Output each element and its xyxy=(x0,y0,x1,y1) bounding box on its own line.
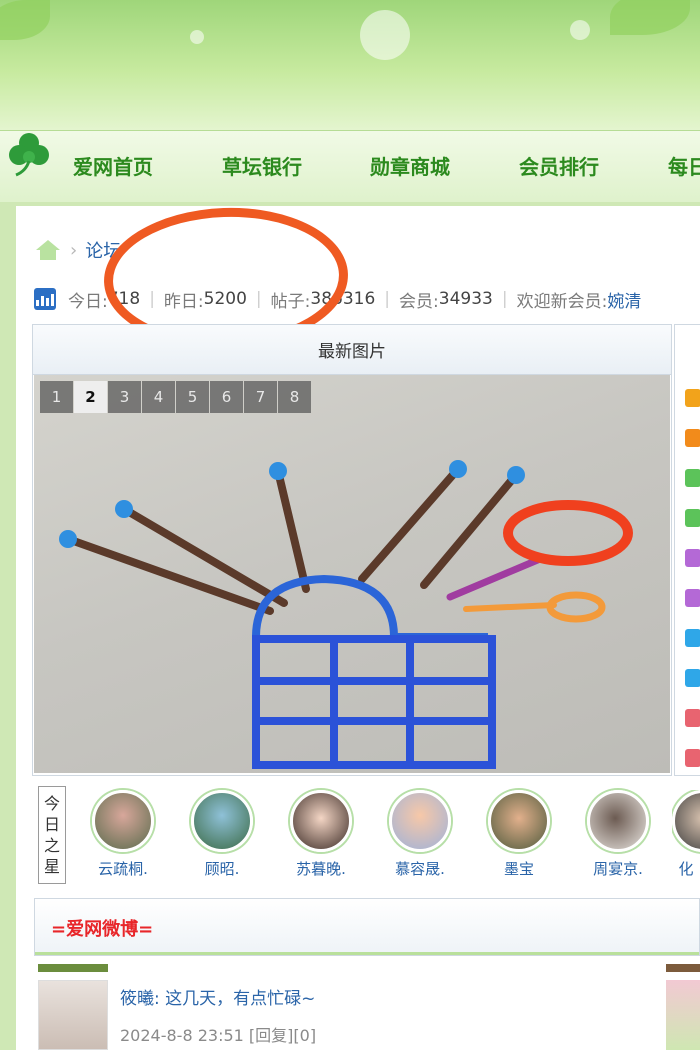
nav-home[interactable]: 爱网首页 xyxy=(73,151,153,180)
label-char: 之 xyxy=(43,836,60,855)
header-banner xyxy=(0,0,700,130)
member-name[interactable]: 顾昭. xyxy=(177,858,267,879)
star-member[interactable]: 周宴京. xyxy=(573,790,663,879)
bar-chart-icon xyxy=(34,288,56,310)
today-star-label: 今 日 之 星 xyxy=(38,786,66,884)
main-nav: 爱网首页 草坛银行 勋章商城 会员排行 每日 xyxy=(0,130,700,202)
bokeh-light xyxy=(360,10,410,60)
nav-bank[interactable]: 草坛银行 xyxy=(222,151,302,180)
page-button-1[interactable]: 1 xyxy=(40,381,73,413)
rank-badge-icon xyxy=(685,469,700,487)
rank-badge-icon xyxy=(685,549,700,567)
star-member[interactable]: 墨宝 xyxy=(474,790,564,879)
member-name[interactable]: 云疏桐. xyxy=(78,858,168,879)
member-name[interactable]: 慕容晟. xyxy=(375,858,465,879)
latest-images-box: 最新图片 1 2 3 4 5 6 7 8 xyxy=(32,324,672,776)
photo-toy-illustration xyxy=(59,460,633,769)
home-icon[interactable] xyxy=(34,238,62,262)
divider: | xyxy=(501,289,508,309)
bokeh-light xyxy=(570,20,590,40)
chevron-right-icon: › xyxy=(70,239,78,261)
bokeh-light xyxy=(190,30,204,44)
weibo-post: 筱曦: 这几天，有点忙碌~ 2024-8-8 23:51 [回复][0] xyxy=(34,964,700,1050)
leaf-decoration xyxy=(0,0,50,40)
avatar[interactable] xyxy=(290,790,352,852)
star-member[interactable]: 云疏桐. xyxy=(78,790,168,879)
divider: | xyxy=(384,289,391,309)
star-member[interactable]: 苏暮晚. xyxy=(276,790,366,879)
avatar[interactable] xyxy=(488,790,550,852)
stat-members-value: 34933 xyxy=(438,289,493,309)
page-button-6[interactable]: 6 xyxy=(210,381,243,413)
label-char: 日 xyxy=(43,815,60,834)
star-member[interactable]: 化 xyxy=(672,790,700,879)
avatar[interactable] xyxy=(389,790,451,852)
avatar[interactable] xyxy=(191,790,253,852)
clover-logo-icon xyxy=(9,133,49,177)
page-button-3[interactable]: 3 xyxy=(108,381,141,413)
rank-badge-icon xyxy=(685,709,700,727)
member-name[interactable]: 化 xyxy=(672,858,700,879)
leaf-decoration xyxy=(610,0,690,35)
label-char: 今 xyxy=(43,794,60,813)
avatar[interactable] xyxy=(672,790,700,852)
page-button-4[interactable]: 4 xyxy=(142,381,175,413)
label-char: 星 xyxy=(43,857,60,876)
page-button-7[interactable]: 7 xyxy=(244,381,277,413)
page-button-8[interactable]: 8 xyxy=(278,381,311,413)
page-button-2[interactable]: 2 xyxy=(74,381,107,413)
post-text[interactable]: 筱曦: 这几天，有点忙碌~ xyxy=(120,984,315,1009)
rank-badge-icon xyxy=(685,749,700,767)
nav-member-ranking[interactable]: 会员排行 xyxy=(519,151,599,180)
stat-members-label: 会员: xyxy=(399,291,439,312)
image-pager: 1 2 3 4 5 6 7 8 xyxy=(40,381,311,413)
image-thumbnail xyxy=(666,964,700,972)
stat-newmember-label: 欢迎新会员: xyxy=(516,291,608,312)
content-panel: › 论坛 今日: 718 | 昨日: 5200 | 帖子: 386316 | 会… xyxy=(16,203,700,1050)
star-member[interactable]: 慕容晟. xyxy=(375,790,465,879)
avatar[interactable] xyxy=(92,790,154,852)
image-thumbnail[interactable] xyxy=(666,980,700,1050)
latest-images-title: 最新图片 xyxy=(33,325,671,375)
rank-badge-icon xyxy=(685,429,700,447)
today-star-section: 今 日 之 星 云疏桐. 顾昭. 苏暮晚. 慕容晟. 墨宝 周宴京. 化 xyxy=(34,782,700,888)
member-name[interactable]: 周宴京. xyxy=(573,858,663,879)
page-button-5[interactable]: 5 xyxy=(176,381,209,413)
member-name[interactable]: 墨宝 xyxy=(474,858,564,879)
post-avatar[interactable] xyxy=(38,980,108,1050)
rank-badge-icon xyxy=(685,669,700,687)
member-name[interactable]: 苏暮晚. xyxy=(276,858,366,879)
stat-today-label: 今日: xyxy=(68,291,108,312)
nav-medal-shop[interactable]: 勋章商城 xyxy=(370,151,450,180)
star-member[interactable]: 顾昭. xyxy=(177,790,267,879)
image-thumbnail xyxy=(38,964,108,972)
rank-badge-icon xyxy=(685,389,700,407)
avatar[interactable] xyxy=(587,790,649,852)
stat-newmember-link[interactable]: 婉清 xyxy=(607,287,641,312)
weibo-title[interactable]: =爱网微博= xyxy=(51,915,153,941)
post-meta: 2024-8-8 23:51 [回复][0] xyxy=(120,1026,317,1045)
ranking-list-edge xyxy=(674,324,700,776)
nav-daily[interactable]: 每日 xyxy=(668,151,700,180)
weibo-section-header: =爱网微博= xyxy=(34,898,700,956)
rank-badge-icon xyxy=(685,629,700,647)
rank-badge-icon xyxy=(685,509,700,527)
divider xyxy=(35,952,699,955)
rank-badge-icon xyxy=(685,589,700,607)
latest-image-slide[interactable]: 1 2 3 4 5 6 7 8 xyxy=(34,375,670,773)
